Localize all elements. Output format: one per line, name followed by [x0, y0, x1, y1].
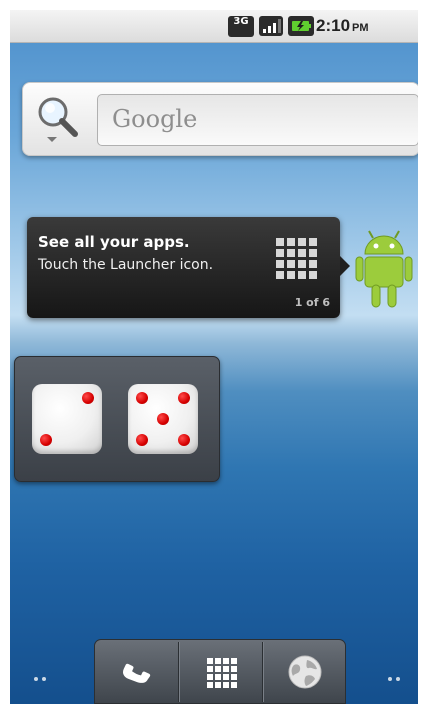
search-input[interactable]: Google [97, 94, 418, 146]
app-launcher-button[interactable] [179, 640, 263, 704]
launcher-tip-bubble[interactable]: See all your apps. Touch the Launcher ic… [27, 217, 340, 318]
die-pip [136, 434, 148, 446]
phone-handset-icon [123, 663, 151, 683]
die-one[interactable] [32, 384, 102, 454]
die-pip [178, 434, 190, 446]
launcher-grid-icon [276, 238, 317, 279]
die-pip [82, 392, 94, 404]
dice-widget[interactable] [14, 356, 220, 482]
globe-icon [288, 655, 322, 689]
clock-ampm: PM [352, 22, 369, 34]
battery-charging-icon [288, 16, 314, 36]
google-search-widget[interactable]: Google [22, 82, 418, 156]
phone-button[interactable] [95, 640, 179, 704]
die-pip [178, 392, 190, 404]
browser-button[interactable] [263, 640, 347, 704]
previous-page-dots[interactable] [34, 666, 56, 681]
signal-strength-icon [259, 16, 283, 36]
die-pip [40, 434, 52, 446]
die-two[interactable] [128, 384, 198, 454]
search-magnifier-icon[interactable] [33, 93, 85, 145]
search-placeholder: Google [112, 105, 198, 133]
die-pip [157, 413, 169, 425]
dock [94, 639, 346, 704]
clock: 2:10 PM [316, 15, 369, 39]
android-robot-icon[interactable] [355, 226, 413, 312]
next-page-dots[interactable] [388, 666, 410, 681]
home-screen: 3G 2:10 PM Google See all your apps. Tou… [10, 10, 418, 704]
die-pip [136, 392, 148, 404]
clock-time: 2:10 [316, 16, 351, 35]
status-bar: 3G 2:10 PM [10, 10, 418, 43]
tip-pointer [340, 256, 350, 276]
network-label: 3G [233, 16, 249, 27]
tip-page-counter: 1 of 6 [294, 296, 330, 309]
tip-title: See all your apps. [38, 233, 190, 251]
tip-body: Touch the Launcher icon. [38, 257, 214, 273]
3g-data-icon: 3G [228, 16, 254, 37]
app-grid-icon [207, 658, 237, 688]
